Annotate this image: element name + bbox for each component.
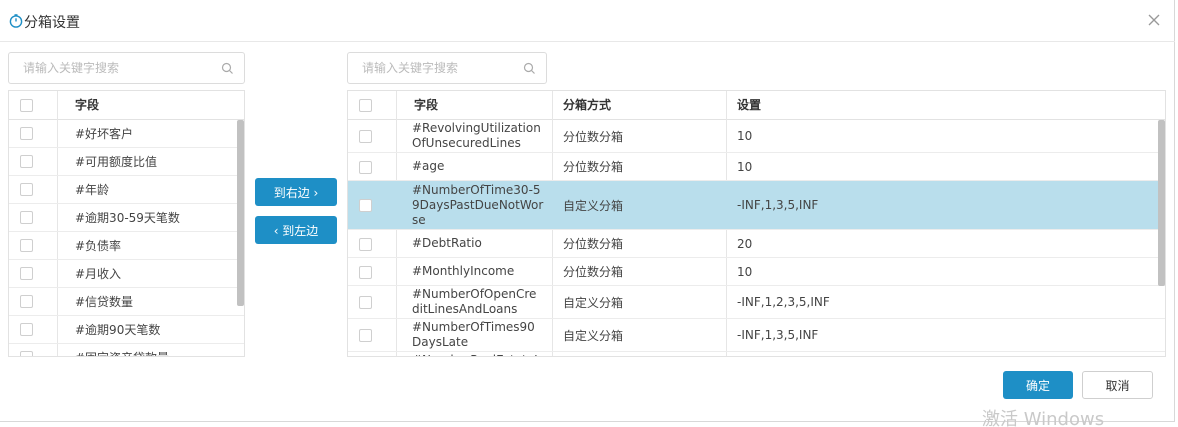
row-binning-method[interactable]: 自定义分箱	[563, 286, 623, 318]
close-icon[interactable]	[1144, 10, 1164, 30]
left-list-item[interactable]: #固定资产贷款量	[9, 344, 244, 356]
table-row[interactable]: #NumberOfTime30-59DaysPastDueNotWorse 自定义…	[348, 181, 1165, 230]
right-header-setting: 设置	[737, 98, 762, 112]
row-field-name: #NumberOfTime30-59DaysPastDueNotWorse	[412, 182, 544, 227]
table-row[interactable]: #RevolvingUtilizationOfUnsecuredLines 分位数…	[348, 120, 1165, 153]
row-binning-method[interactable]: 分位数分箱	[563, 153, 623, 180]
left-list-header: 字段	[9, 91, 244, 120]
left-item-label: #逾期90天笔数	[75, 323, 161, 337]
row-binning-setting[interactable]: -INF,1,2,3,5,INF	[737, 286, 830, 318]
row-field-name: #DebtRatio	[412, 236, 482, 250]
left-item-label: #固定资产贷款量	[75, 344, 169, 356]
right-header-method: 分箱方式	[563, 98, 612, 112]
left-item-checkbox[interactable]	[20, 351, 33, 356]
left-rows: #好坏客户 #可用额度比值 #年龄 #逾期30-59天笔数 #负债率 #月收入 #信贷数量 #…	[9, 120, 244, 356]
left-list-item[interactable]: #好坏客户	[9, 120, 244, 148]
dialog-titlebar: 分箱设置	[0, 0, 1175, 42]
left-item-checkbox[interactable]	[20, 211, 33, 224]
left-item-checkbox[interactable]	[20, 267, 33, 280]
row-field-name: #NumberOfOpenCreditLinesAndLoans	[412, 287, 537, 316]
left-item-checkbox[interactable]	[20, 127, 33, 140]
left-item-label: #年龄	[75, 183, 110, 197]
left-item-checkbox[interactable]	[20, 155, 33, 168]
row-checkbox[interactable]	[359, 265, 372, 279]
table-row[interactable]: #age 分位数分箱 10	[348, 153, 1165, 181]
left-item-label: #可用额度比值	[75, 155, 158, 169]
table-row[interactable]: #NumberRealEstateLoansOrLines	[348, 352, 1165, 356]
row-field-name: #MonthlyIncome	[412, 264, 515, 278]
right-search-box	[347, 52, 547, 84]
row-binning-method[interactable]: 分位数分箱	[563, 120, 623, 152]
cancel-button[interactable]: 取消	[1082, 371, 1153, 399]
search-icon[interactable]	[221, 62, 234, 75]
row-binning-setting[interactable]: 20	[737, 230, 752, 257]
table-row[interactable]: #DebtRatio 分位数分箱 20	[348, 230, 1165, 258]
row-checkbox[interactable]	[359, 329, 372, 342]
row-checkbox[interactable]	[359, 296, 372, 309]
right-binning-table: 字段 分箱方式 设置 #RevolvingUtilizationOfUnsecu…	[347, 90, 1166, 357]
left-list-item[interactable]: #逾期90天笔数	[9, 316, 244, 344]
row-field-name: #age	[412, 159, 445, 173]
row-binning-setting[interactable]: 10	[737, 258, 752, 285]
right-select-all-checkbox[interactable]	[359, 99, 372, 112]
row-binning-method[interactable]: 自定义分箱	[563, 319, 623, 351]
search-icon[interactable]	[523, 62, 536, 75]
row-binning-setting[interactable]: 10	[737, 120, 752, 152]
left-list-item[interactable]: #逾期30-59天笔数	[9, 204, 244, 232]
left-list-item[interactable]: #年龄	[9, 176, 244, 204]
dialog-title: 分箱设置	[24, 15, 80, 31]
row-field-name: #RevolvingUtilizationOfUnsecuredLines	[412, 121, 541, 150]
move-right-button[interactable]: 到右边 ›	[255, 178, 337, 206]
row-binning-setting[interactable]: -INF,1,3,5,INF	[737, 319, 818, 351]
left-item-checkbox[interactable]	[20, 239, 33, 252]
left-list-item[interactable]: #可用额度比值	[9, 148, 244, 176]
left-item-label: #逾期30-59天笔数	[75, 211, 180, 225]
right-scrollbar-thumb[interactable]	[1158, 120, 1165, 286]
table-row[interactable]: #MonthlyIncome 分位数分箱 10	[348, 258, 1165, 286]
move-left-button[interactable]: ‹ 到左边	[255, 216, 337, 244]
left-list-item[interactable]: #月收入	[9, 260, 244, 288]
left-list-item[interactable]: #信贷数量	[9, 288, 244, 316]
row-checkbox[interactable]	[359, 130, 372, 143]
row-checkbox[interactable]	[359, 160, 372, 174]
right-header-field: 字段	[414, 98, 439, 112]
table-row[interactable]: #NumberOfTimes90DaysLate 自定义分箱 -INF,1,3,5,…	[348, 319, 1165, 352]
timer-icon	[9, 14, 23, 28]
binning-settings-dialog: 分箱设置 字段 #好坏客户 #可用额度比值 #年龄 #逾期30-59天笔数 #负债率 #月…	[0, 0, 1175, 422]
row-field-name: #NumberOfTimes90DaysLate	[412, 320, 535, 349]
row-checkbox[interactable]	[359, 237, 372, 251]
left-item-label: #好坏客户	[75, 127, 134, 141]
left-item-label: #信贷数量	[75, 295, 134, 309]
left-item-checkbox[interactable]	[20, 295, 33, 308]
row-binning-setting[interactable]: 10	[737, 153, 752, 180]
left-item-label: #月收入	[75, 267, 122, 281]
row-binning-method[interactable]: 分位数分箱	[563, 230, 623, 257]
row-binning-method[interactable]: 分位数分箱	[563, 258, 623, 285]
windows-activation-watermark: 激活 Windows	[982, 409, 1105, 427]
left-field-list: 字段 #好坏客户 #可用额度比值 #年龄 #逾期30-59天笔数 #负债率 #月收入 #信贷…	[8, 90, 245, 357]
left-search-input[interactable]	[9, 53, 244, 83]
left-list-item[interactable]: #负债率	[9, 232, 244, 260]
left-item-checkbox[interactable]	[20, 323, 33, 336]
left-item-label: #负债率	[75, 239, 122, 253]
left-search-box	[8, 52, 245, 84]
right-search-input[interactable]	[348, 53, 546, 83]
table-row[interactable]: #NumberOfOpenCreditLinesAndLoans 自定义分箱 -IN…	[348, 286, 1165, 319]
row-checkbox[interactable]	[359, 199, 372, 212]
row-field-name: #NumberRealEstateLoansOrLines	[412, 352, 544, 356]
right-table-header: 字段 分箱方式 设置	[348, 91, 1165, 120]
row-binning-setting[interactable]: -INF,1,3,5,INF	[737, 181, 818, 229]
right-rows: #RevolvingUtilizationOfUnsecuredLines 分位数…	[348, 120, 1165, 356]
left-item-checkbox[interactable]	[20, 183, 33, 196]
ok-button[interactable]: 确定	[1003, 371, 1073, 399]
left-scrollbar-thumb[interactable]	[237, 120, 244, 306]
left-header-field: 字段	[75, 98, 100, 112]
row-binning-method[interactable]: 自定义分箱	[563, 181, 623, 229]
left-select-all-checkbox[interactable]	[20, 99, 33, 112]
